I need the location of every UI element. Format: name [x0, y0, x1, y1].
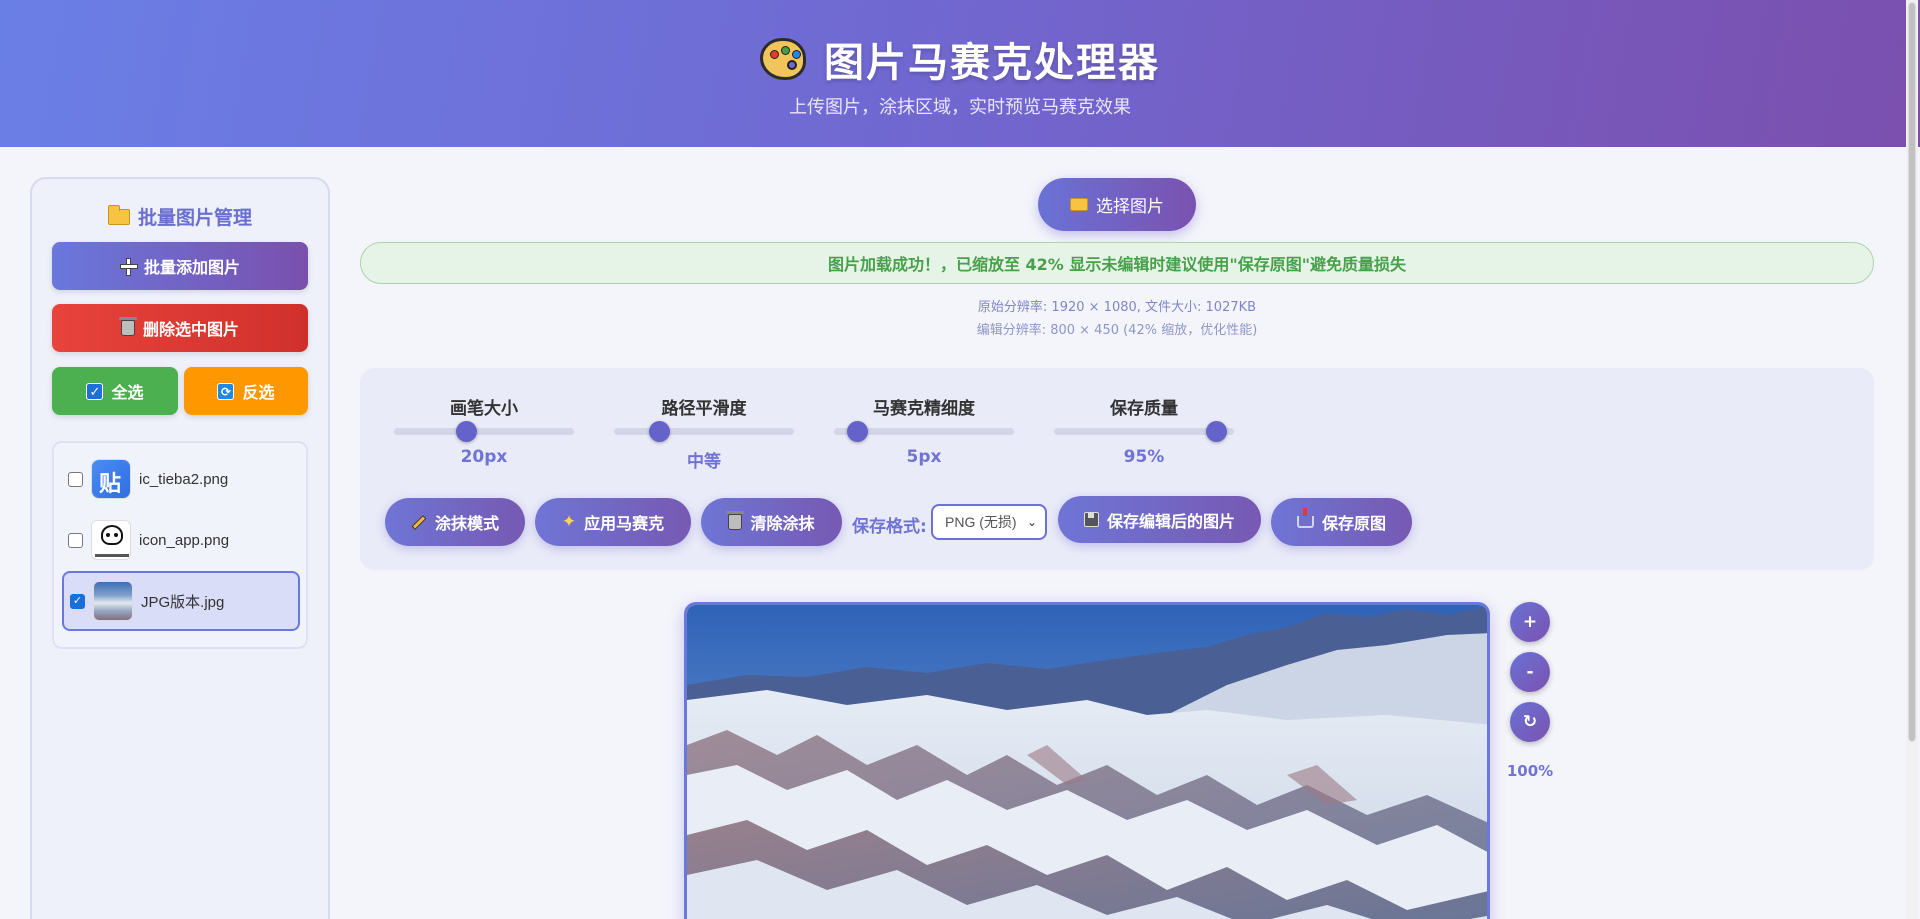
- page-scrollbar[interactable]: [1906, 0, 1918, 919]
- zoom-level: 100%: [1506, 762, 1554, 780]
- choose-image-label: 选择图片: [1096, 197, 1164, 217]
- controls-panel: 画笔大小 20px 路径平滑度 中等 马赛克精细度 5px 保存质量 95% 涂…: [360, 368, 1874, 570]
- batch-add-label: 批量添加图片: [143, 258, 240, 277]
- file-thumbnail: [93, 581, 133, 621]
- brush-size-slider-group: 画笔大小 20px: [394, 394, 574, 467]
- format-select-value: PNG (无损): [945, 514, 1017, 530]
- file-name: ic_tieba2.png: [139, 470, 229, 488]
- slider-label: 画笔大小: [450, 399, 518, 419]
- app-header: 图片马赛克处理器 上传图片，涂抹区域，实时预览马赛克效果: [0, 0, 1920, 147]
- plus-icon: [119, 258, 138, 276]
- save-edited-label: 保存编辑后的图片: [1106, 511, 1235, 531]
- file-list: 贴 ic_tieba2.png icon_app.png ✓ JPG版本.jpg: [52, 441, 308, 649]
- page-title: 图片马赛克处理器: [824, 40, 1160, 86]
- success-banner: 图片加载成功！，已缩放至 42% 显示未编辑时建议使用"保存原图"避免质量损失: [360, 242, 1874, 284]
- slider-label: 路径平滑度: [661, 399, 747, 419]
- save-quality-slider-group: 保存质量 95%: [1054, 394, 1234, 467]
- folder-icon: [107, 204, 130, 225]
- zoom-in-button[interactable]: +: [1510, 602, 1550, 642]
- batch-add-button[interactable]: 批量添加图片: [52, 242, 308, 290]
- apply-mosaic-label: 应用马赛克: [584, 514, 665, 533]
- batch-sidebar: 批量图片管理 批量添加图片 删除选中图片 ✓ 全选 ⟳ 反选 贴 ic_tieb…: [30, 177, 330, 919]
- slider-thumb[interactable]: [1206, 421, 1227, 442]
- slider-thumb[interactable]: [847, 421, 869, 442]
- mosaic-detail-slider-group: 马赛克精细度 5px: [834, 394, 1014, 467]
- sidebar-title: 批量图片管理: [32, 203, 328, 230]
- brush-size-slider[interactable]: [394, 421, 574, 442]
- smoothness-slider-group: 路径平滑度 中等: [614, 394, 794, 472]
- scrollbar-thumb[interactable]: [1908, 2, 1916, 742]
- file-checkbox[interactable]: [68, 471, 83, 487]
- checkmark-icon: ✓: [86, 382, 104, 400]
- select-all-button[interactable]: ✓ 全选: [52, 367, 178, 415]
- trash-icon: [726, 511, 745, 530]
- page-subtitle: 上传图片，涂抹区域，实时预览马赛克效果: [789, 97, 1131, 118]
- download-tray-icon: [1296, 508, 1314, 528]
- file-item[interactable]: icon_app.png: [62, 510, 300, 570]
- invert-selection-button[interactable]: ⟳ 反选: [184, 367, 308, 415]
- paint-mode-label: 涂抹模式: [434, 514, 499, 533]
- sidebar-title-text: 批量图片管理: [137, 207, 252, 229]
- chevron-down-icon: ⌄: [1026, 515, 1037, 529]
- folder-icon: [1070, 198, 1088, 211]
- save-edited-button[interactable]: 保存编辑后的图片: [1058, 496, 1261, 543]
- invert-selection-label: 反选: [242, 383, 275, 402]
- trash-icon: [118, 317, 137, 336]
- choose-image-button[interactable]: 选择图片: [1038, 178, 1196, 231]
- file-item[interactable]: 贴 ic_tieba2.png: [62, 449, 300, 509]
- delete-selected-button[interactable]: 删除选中图片: [52, 304, 308, 352]
- slider-value: 20px: [460, 447, 508, 467]
- sparkle-icon: ✦: [561, 512, 577, 532]
- save-quality-slider[interactable]: [1054, 421, 1234, 442]
- save-original-label: 保存原图: [1321, 514, 1386, 533]
- paint-mode-button[interactable]: 涂抹模式: [385, 498, 525, 546]
- smoothness-slider[interactable]: [614, 421, 794, 442]
- clear-paint-label: 清除涂抹: [750, 514, 815, 533]
- reset-zoom-button[interactable]: ↻: [1510, 702, 1550, 742]
- file-item-selected[interactable]: ✓ JPG版本.jpg: [62, 571, 300, 631]
- floppy-icon: [1083, 512, 1099, 527]
- apply-mosaic-button[interactable]: ✦ 应用马赛克: [535, 498, 691, 546]
- mountain-image: [687, 605, 1487, 919]
- slider-label: 马赛克精细度: [873, 399, 975, 419]
- clear-paint-button[interactable]: 清除涂抹: [701, 498, 842, 546]
- file-checkbox[interactable]: [68, 532, 83, 548]
- slider-label: 保存质量: [1110, 399, 1178, 419]
- tieba-logo-text: 贴: [99, 471, 122, 496]
- delete-selected-label: 删除选中图片: [142, 320, 239, 339]
- edit-resolution-info: 编辑分辨率: 800 × 450 (42% 缩放，优化性能): [976, 323, 1258, 338]
- title-row: 图片马赛克处理器: [0, 30, 1920, 88]
- select-all-label: 全选: [111, 383, 144, 402]
- slider-value: 95%: [1123, 447, 1165, 467]
- save-original-button[interactable]: 保存原图: [1271, 498, 1412, 546]
- file-thumbnail: 贴: [91, 459, 131, 499]
- slider-value: 中等: [687, 452, 721, 472]
- format-label: 保存格式:: [852, 517, 927, 537]
- slider-value: 5px: [906, 447, 942, 467]
- file-checkbox[interactable]: ✓: [70, 593, 85, 609]
- image-canvas[interactable]: [684, 602, 1490, 919]
- palette-icon: [760, 38, 806, 80]
- zoom-out-button[interactable]: -: [1510, 652, 1550, 692]
- swap-icon: ⟳: [217, 382, 235, 400]
- file-thumbnail: [91, 520, 131, 560]
- format-select[interactable]: PNG (无损) ⌄: [931, 504, 1047, 540]
- slider-thumb[interactable]: [649, 421, 670, 442]
- file-name: icon_app.png: [139, 531, 230, 549]
- original-resolution-info: 原始分辨率: 1920 × 1080, 文件大小: 1027KB: [977, 300, 1257, 315]
- mosaic-detail-slider[interactable]: [834, 421, 1014, 442]
- pencil-icon: [411, 514, 427, 530]
- file-name: JPG版本.jpg: [141, 593, 225, 611]
- slider-thumb[interactable]: [456, 421, 477, 442]
